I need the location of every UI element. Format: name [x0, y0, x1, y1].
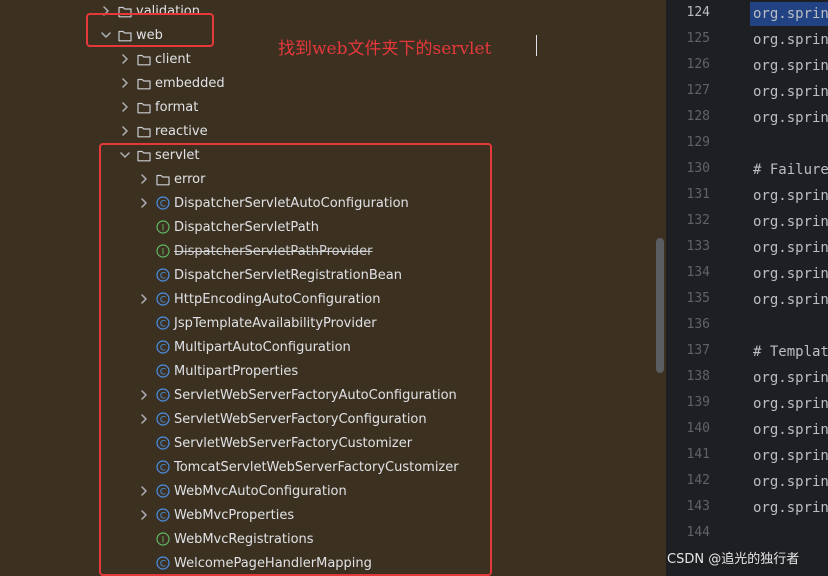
code-line: org.sprin [753, 422, 828, 438]
tree-item-label: format [155, 99, 199, 115]
code-line: org.sprin [753, 266, 828, 282]
code-line: org.sprin [753, 84, 828, 100]
line-number: 139 [686, 395, 710, 410]
code-line: org.sprin [753, 214, 828, 230]
code-line: org.sprin [753, 32, 828, 48]
chevron-right-icon[interactable] [119, 75, 131, 91]
code-line: org.sprin [753, 110, 828, 126]
line-number: 135 [686, 291, 710, 306]
chevron-right-icon[interactable] [119, 51, 131, 67]
line-number: 133 [686, 239, 710, 254]
line-number: 126 [686, 57, 710, 72]
code-line: org.sprin [753, 58, 828, 74]
tree-item-format[interactable]: format [0, 95, 656, 119]
code-comment-line: # Failure [753, 162, 828, 178]
line-number: 127 [686, 83, 710, 98]
code-line: org.sprin [753, 370, 828, 386]
tree-item-embedded[interactable]: embedded [0, 71, 656, 95]
highlight-box-servlet [99, 143, 492, 576]
line-number: 124 [686, 5, 710, 20]
line-number: 136 [686, 317, 710, 332]
line-number: 128 [686, 109, 710, 124]
line-number: 132 [686, 213, 710, 228]
line-number: 140 [686, 421, 710, 436]
code-editor[interactable]: org.sprin org.sprin org.sprin org.sprin org.… [750, 0, 828, 576]
line-number: 137 [686, 343, 710, 358]
line-number: 129 [686, 135, 710, 150]
line-number: 131 [686, 187, 710, 202]
tree-item-label: reactive [155, 123, 208, 139]
line-number: 134 [686, 265, 710, 280]
line-number-gutter: 124 125 126 127 128 129 130 131 132 133 134 135 136 1… [666, 0, 750, 576]
chevron-right-icon[interactable] [119, 123, 131, 139]
code-line: org.sprin [753, 188, 828, 204]
folder-icon [137, 76, 151, 90]
folder-icon [137, 100, 151, 114]
line-number: 125 [686, 31, 710, 46]
tree-item-reactive[interactable]: reactive [0, 119, 656, 143]
tree-scrollbar[interactable] [656, 238, 664, 373]
code-line: org.sprin [753, 500, 828, 516]
code-line: org.sprin [753, 240, 828, 256]
code-line: org.sprin [753, 6, 828, 22]
folder-icon [137, 52, 151, 66]
annotation-text: 找到web文件夹下的servlet [278, 39, 492, 59]
code-line: org.sprin [753, 448, 828, 464]
line-number: 143 [686, 499, 710, 514]
code-line: org.sprin [753, 474, 828, 490]
code-line: org.sprin [753, 292, 828, 308]
line-number: 138 [686, 369, 710, 384]
line-number: 130 [686, 161, 710, 176]
line-number: 141 [686, 447, 710, 462]
watermark: CSDN @追光的独行者 [667, 552, 800, 567]
line-number: 144 [686, 525, 710, 540]
code-comment-line: # Templat [753, 344, 828, 360]
tree-item-label: embedded [155, 75, 225, 91]
line-number: 142 [686, 473, 710, 488]
folder-icon [137, 124, 151, 138]
tree-item-label: client [155, 51, 191, 67]
highlight-box-web [86, 13, 214, 47]
chevron-right-icon[interactable] [119, 99, 131, 115]
project-tree-panel: validation web client embedded format reactiv… [0, 0, 666, 576]
text-caret [536, 35, 537, 56]
code-line: org.sprin [753, 396, 828, 412]
